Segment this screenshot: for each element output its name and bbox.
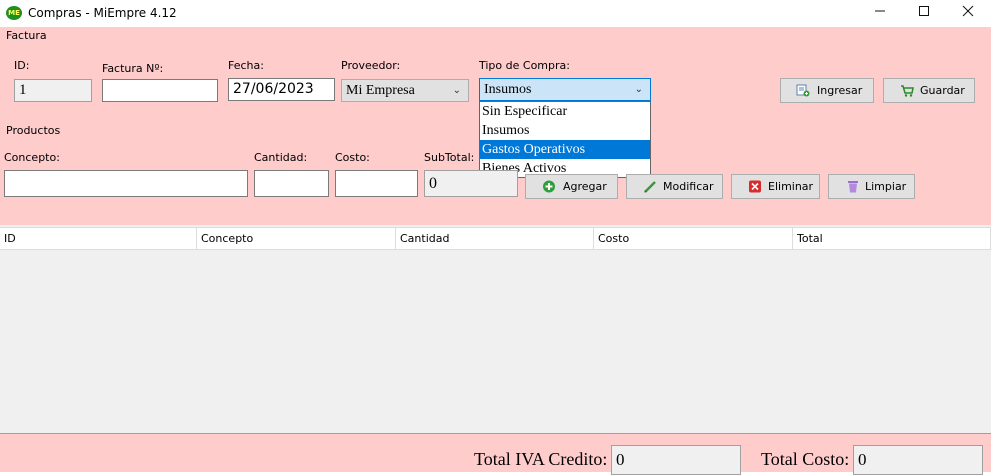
total-iva-field: 0 (611, 445, 741, 475)
window-title: Compras - MiEmpre 4.12 (28, 6, 177, 20)
limpiar-button[interactable]: Limpiar (828, 174, 915, 199)
fecha-field[interactable]: 27/06/2023 (228, 78, 335, 101)
tipo-compra-dropdown: Sin Especificar Insumos Gastos Operativo… (479, 101, 651, 178)
subtotal-label: SubTotal: (424, 151, 475, 164)
pencil-icon (644, 181, 656, 193)
factura-numero-field[interactable] (102, 79, 218, 102)
modificar-button[interactable]: Modificar (626, 174, 723, 199)
column-header-concepto[interactable]: Concepto (197, 228, 396, 250)
tipo-option-insumos[interactable]: Insumos (480, 121, 650, 140)
agregar-button[interactable]: Agregar (525, 174, 618, 199)
column-header-cantidad[interactable]: Cantidad (396, 228, 594, 250)
proveedor-value: Mi Empresa (346, 83, 415, 98)
close-button[interactable] (945, 0, 991, 27)
products-grid[interactable] (0, 225, 991, 433)
cantidad-field[interactable] (254, 170, 329, 197)
eliminar-button[interactable]: Eliminar (731, 174, 820, 199)
minimize-icon (875, 10, 885, 12)
proveedor-select[interactable]: Mi Empresa ⌄ (341, 79, 469, 102)
ingresar-button[interactable]: Ingresar (780, 78, 874, 103)
maximize-button[interactable] (901, 0, 947, 27)
column-header-id[interactable]: ID (0, 228, 197, 250)
grid-header: ID Concepto Cantidad Costo Total (0, 227, 991, 250)
trash-icon (848, 181, 858, 193)
close-icon (962, 5, 974, 17)
id-field[interactable]: 1 (14, 79, 92, 102)
concepto-field[interactable] (4, 170, 248, 197)
id-label: ID: (14, 59, 30, 72)
productos-section-label: Productos (6, 124, 61, 137)
total-iva-label: Total IVA Credito: (474, 449, 608, 469)
title-bar: ME Compras - MiEmpre 4.12 (0, 0, 991, 27)
chevron-down-icon: ⌄ (452, 85, 461, 96)
subtotal-field: 0 (424, 170, 518, 197)
total-costo-field: 0 (853, 445, 983, 475)
proveedor-label: Proveedor: (341, 59, 401, 72)
total-costo-label: Total Costo: (761, 449, 850, 469)
eliminar-label: Eliminar (768, 180, 814, 193)
maximize-icon (919, 6, 929, 16)
concepto-label: Concepto: (4, 151, 60, 164)
plus-circle-icon (543, 180, 555, 193)
factura-numero-label: Factura Nº: (102, 62, 164, 75)
cantidad-label: Cantidad: (254, 151, 308, 164)
ingresar-label: Ingresar (817, 84, 863, 97)
document-add-icon (796, 84, 810, 97)
minimize-button[interactable] (857, 0, 903, 27)
fecha-label: Fecha: (228, 59, 264, 72)
chevron-down-icon: ⌄ (634, 84, 643, 95)
guardar-button[interactable]: Guardar (883, 78, 975, 103)
cart-icon (901, 85, 914, 97)
modificar-label: Modificar (663, 180, 714, 193)
delete-x-icon (749, 180, 761, 193)
app-logo-icon: ME (6, 6, 22, 20)
tipo-option-gastos-operativos[interactable]: Gastos Operativos (480, 140, 650, 159)
tipo-compra-label: Tipo de Compra: (479, 59, 570, 72)
tipo-compra-value: Insumos (484, 82, 532, 97)
guardar-label: Guardar (920, 84, 965, 97)
column-header-costo[interactable]: Costo (594, 228, 793, 250)
factura-section-label: Factura (6, 29, 47, 42)
tipo-compra-select[interactable]: Insumos ⌄ (479, 78, 651, 101)
limpiar-label: Limpiar (865, 180, 907, 193)
costo-label: Costo: (335, 151, 370, 164)
agregar-label: Agregar (563, 180, 607, 193)
costo-field[interactable] (335, 170, 418, 197)
column-header-total[interactable]: Total (793, 228, 991, 250)
tipo-option-sin-especificar[interactable]: Sin Especificar (480, 102, 650, 121)
